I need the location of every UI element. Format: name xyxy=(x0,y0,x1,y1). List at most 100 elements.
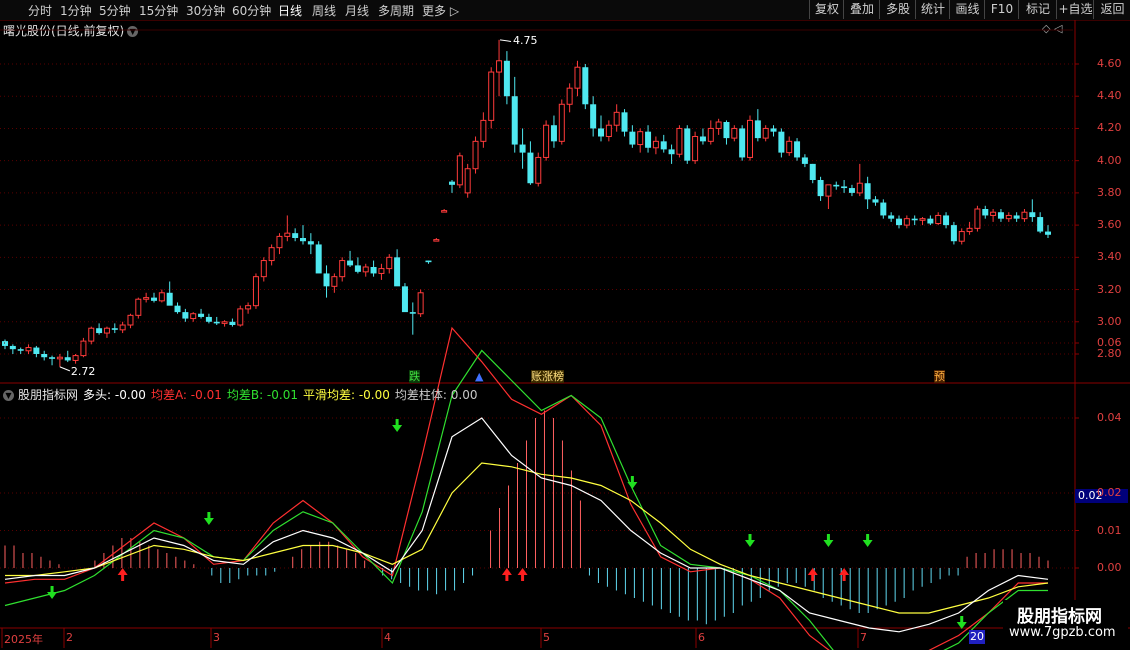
candle-body xyxy=(221,321,228,324)
candle-body xyxy=(645,131,652,148)
candle-body xyxy=(997,212,1004,219)
event-marker-1[interactable]: ▲ xyxy=(475,370,484,383)
candle-body xyxy=(2,341,8,346)
price-axis-label: 3.80 xyxy=(1097,185,1122,199)
candle-body xyxy=(151,297,157,301)
price-axis-label: 3.60 xyxy=(1097,218,1122,232)
watermark: 股朋指标网 www.7gpzb.com xyxy=(1003,600,1128,646)
candle-body xyxy=(527,152,534,184)
candle-body xyxy=(339,260,346,278)
up-arrow-icon xyxy=(117,568,128,581)
candle-body xyxy=(888,215,895,219)
candle-body xyxy=(747,119,753,158)
candle-body xyxy=(880,202,887,216)
candle-body xyxy=(605,124,612,137)
candle-body xyxy=(158,292,165,302)
down-arrow-icon xyxy=(956,616,967,629)
candle-body xyxy=(284,232,291,237)
candle-body xyxy=(903,218,910,226)
event-marker-2[interactable]: 账涨榜 xyxy=(531,370,564,383)
candle-body xyxy=(409,312,416,314)
candle-body xyxy=(637,131,644,146)
candle-body xyxy=(872,199,879,203)
price-axis-label: 3.00 xyxy=(1097,314,1122,328)
candle-body xyxy=(56,356,63,360)
up-arrow-icon xyxy=(501,568,512,581)
candle-body xyxy=(127,314,134,326)
date-axis-label: 2025年 xyxy=(4,633,43,646)
candle-body xyxy=(966,227,973,233)
candle-body xyxy=(558,103,565,142)
candle-body xyxy=(574,66,581,89)
date-axis-label: 3 xyxy=(213,631,220,644)
candle-body xyxy=(1029,212,1036,218)
candle-body xyxy=(707,127,714,142)
candle-body xyxy=(896,218,902,226)
indicator-legend: ▼ 股朋指标网 多头: -0.00 均差A: -0.01 均差B: -0.01 平滑均差:… xyxy=(3,386,482,403)
candle-body xyxy=(919,218,926,221)
date-axis-label: 6 xyxy=(698,631,705,644)
down-arrow-icon xyxy=(823,534,834,547)
candle-body xyxy=(519,144,526,153)
event-marker-0[interactable]: 跌 xyxy=(409,370,420,383)
candle-body xyxy=(1021,211,1028,220)
candle-body xyxy=(323,273,330,287)
candle-body xyxy=(699,136,706,142)
candle-body xyxy=(668,149,675,155)
candle-body xyxy=(762,127,769,139)
watermark-title: 股朋指标网 xyxy=(1017,607,1102,627)
cursor-date-badge: 20 xyxy=(969,630,985,644)
candle-body xyxy=(660,141,667,150)
candle-body xyxy=(49,357,56,359)
candle-body xyxy=(621,112,628,132)
candle-body xyxy=(809,163,816,180)
down-arrow-icon xyxy=(47,586,58,599)
candle-body xyxy=(629,131,636,145)
low-pointer xyxy=(59,366,71,372)
low-price-label: 2.72 xyxy=(70,364,96,378)
osc-axis-label: 0.01 xyxy=(1097,523,1122,537)
candle-body xyxy=(613,111,620,126)
candle-body xyxy=(1013,215,1020,219)
candle-body xyxy=(182,312,189,319)
chart-canvas[interactable] xyxy=(0,0,1130,650)
candle-body xyxy=(841,186,848,189)
down-arrow-icon xyxy=(627,476,638,489)
up-arrow-icon xyxy=(839,568,850,581)
price-axis-label: 3.40 xyxy=(1097,250,1122,264)
candle-body xyxy=(103,327,110,334)
osc-axis-label: 0.06 xyxy=(1097,336,1122,349)
candle-body xyxy=(229,321,236,325)
date-axis-label: 4 xyxy=(384,631,391,644)
indicator-duotou: 多头: -0.00 xyxy=(83,388,146,402)
candle-body xyxy=(64,357,71,361)
indicator-pinghua: 平滑均差: -0.00 xyxy=(302,388,390,402)
candle-body xyxy=(17,349,24,351)
candle-body xyxy=(449,181,455,185)
candle-body xyxy=(723,122,730,139)
indicator-name: 股朋指标网 xyxy=(18,388,79,402)
candle-body xyxy=(456,155,463,186)
candle-body xyxy=(362,266,369,273)
indicator-menu-icon[interactable]: ▼ xyxy=(3,390,14,401)
candle-body xyxy=(684,128,691,161)
candle-body xyxy=(205,316,212,322)
candle-body xyxy=(692,136,699,162)
indicator-zhuti: 均差柱体: 0.00 xyxy=(394,388,478,402)
candle-body xyxy=(433,239,440,242)
candle-body xyxy=(856,182,863,194)
candle-body xyxy=(80,340,87,357)
candle-body xyxy=(480,119,487,142)
candle-body xyxy=(566,87,573,105)
candle-body xyxy=(386,256,393,270)
osc-axis-label: 0.04 xyxy=(1097,411,1122,424)
candle-body xyxy=(33,347,40,354)
event-marker-3[interactable]: 预 xyxy=(934,370,945,383)
candle-body xyxy=(590,104,597,129)
candle-body xyxy=(276,235,283,249)
candle-body xyxy=(252,276,259,307)
candle-body xyxy=(778,131,785,153)
candle-body xyxy=(245,305,252,310)
candle-body xyxy=(96,328,103,334)
candle-body xyxy=(174,305,181,313)
